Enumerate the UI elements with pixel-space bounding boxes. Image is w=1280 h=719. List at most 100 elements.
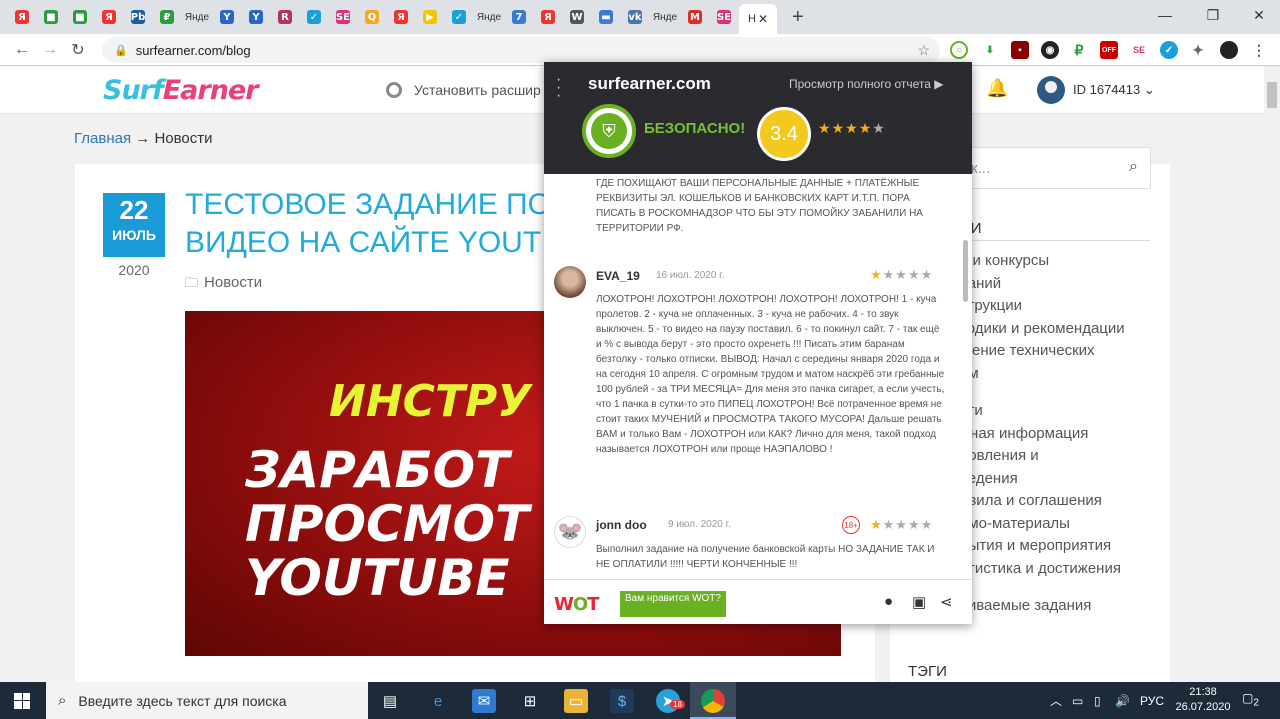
browser-tab[interactable]: ✓ bbox=[445, 4, 473, 30]
browser-tab[interactable]: Я bbox=[387, 4, 415, 30]
browser-tab[interactable]: ▶ bbox=[416, 4, 444, 30]
browser-tab[interactable]: ▬ bbox=[592, 4, 620, 30]
off-extension-icon[interactable]: OFF bbox=[1100, 41, 1118, 59]
browser-tab[interactable]: Y bbox=[213, 4, 241, 30]
se-extension-icon[interactable]: SE bbox=[1130, 41, 1148, 59]
browser-tab[interactable]: Y bbox=[242, 4, 270, 30]
user-id-menu[interactable]: ID 1674413 ⌄ bbox=[1073, 82, 1155, 98]
browser-tab[interactable]: W bbox=[563, 4, 591, 30]
disc-extension-icon[interactable]: ◉ bbox=[1041, 41, 1059, 59]
install-extension-link[interactable]: Установить расшир bbox=[386, 82, 541, 98]
post-category-link[interactable]: 🗀 Новости bbox=[185, 274, 262, 296]
language-indicator[interactable]: РУС bbox=[1140, 682, 1164, 719]
page-scrollbar[interactable] bbox=[1264, 66, 1280, 682]
browser-tab[interactable]: vk bbox=[621, 4, 649, 30]
wot-logo-o: O bbox=[572, 594, 588, 615]
sidebar-category-link[interactable]: шение технических bbox=[960, 342, 1095, 359]
browser-tab[interactable]: Pb bbox=[124, 4, 152, 30]
browser-tab[interactable]: M bbox=[681, 4, 709, 30]
mail-icon[interactable]: ✉ bbox=[472, 689, 496, 713]
download-extension-icon[interactable]: ⬇ bbox=[981, 41, 999, 59]
minimize-button[interactable]: — bbox=[1142, 0, 1188, 30]
check-extension-icon[interactable]: ✓ bbox=[1160, 41, 1178, 59]
browser-tab[interactable]: SE bbox=[329, 4, 357, 30]
record-extension-icon[interactable]: ▪ bbox=[1011, 41, 1029, 59]
browser-tab[interactable]: Янде bbox=[474, 4, 504, 30]
menu-dots-icon[interactable]: ⋮ bbox=[1250, 41, 1268, 59]
edge-icon[interactable]: e bbox=[426, 689, 450, 713]
browser-tab[interactable]: R bbox=[271, 4, 299, 30]
wot-logo[interactable]: WOT bbox=[554, 594, 599, 615]
start-button[interactable] bbox=[0, 682, 44, 719]
ruble-extension-icon[interactable]: ₽ bbox=[1070, 41, 1088, 59]
battery-icon[interactable]: ▯ bbox=[1094, 682, 1101, 719]
notification-bell-icon[interactable]: 🔔 bbox=[986, 78, 1008, 99]
volume-icon[interactable]: 🔊 bbox=[1115, 682, 1130, 719]
sidebar-category-link[interactable]: бытия и мероприятия bbox=[960, 537, 1111, 554]
browser-tab[interactable]: 7 bbox=[505, 4, 533, 30]
reload-icon[interactable]: ↻ bbox=[64, 40, 92, 60]
more-options-icon[interactable]: · · · bbox=[556, 72, 561, 104]
like-wot-button[interactable]: Вам нравится WOT? bbox=[620, 591, 726, 617]
notification-center-icon[interactable]: ▢2 bbox=[1242, 691, 1259, 708]
lock-icon[interactable]: 🔒 bbox=[114, 44, 128, 57]
browser-tab[interactable]: ■ bbox=[66, 4, 94, 30]
tray-overflow-icon[interactable]: ︿ bbox=[1050, 682, 1062, 719]
browser-tab[interactable]: Янде bbox=[182, 4, 212, 30]
page-scrollbar-thumb[interactable] bbox=[1267, 82, 1277, 108]
post-title[interactable]: ТЕСТОВОЕ ЗАДАНИЕ ПО ВИДЕО НА САЙТЕ YOUT bbox=[185, 186, 565, 262]
back-icon[interactable]: ← bbox=[8, 41, 36, 59]
clock[interactable]: 21:38 26.07.2020 bbox=[1170, 685, 1236, 715]
sidebar-category-link[interactable]: атистика и достижения bbox=[960, 560, 1121, 577]
wot-extension-icon[interactable]: ○ bbox=[950, 41, 968, 59]
apple-icon[interactable]: ● bbox=[884, 593, 893, 610]
reviewer-name[interactable]: EVA_19 bbox=[596, 269, 640, 283]
store-icon[interactable]: ⊞ bbox=[518, 689, 542, 713]
share-icon[interactable]: ⋖ bbox=[940, 593, 953, 611]
close-window-button[interactable]: ✕ bbox=[1236, 0, 1280, 30]
reviewer-avatar: 🐭 bbox=[554, 516, 586, 548]
address-bar[interactable]: 🔒 surfearner.com/blog ☆ bbox=[102, 37, 940, 63]
browser-tab[interactable]: SE bbox=[710, 4, 738, 30]
browser-tab[interactable]: ✓ bbox=[300, 4, 328, 30]
browser-tab[interactable]: ■ bbox=[37, 4, 65, 30]
wot-header: · · · surfearner.com Просмотр полного отче… bbox=[544, 62, 972, 174]
browser-tab[interactable]: Q bbox=[358, 4, 386, 30]
profile-avatar-icon[interactable] bbox=[1220, 41, 1238, 59]
browser-tab[interactable]: ₽ bbox=[153, 4, 181, 30]
sidebar-category-link[interactable]: чиваемые задания bbox=[960, 597, 1091, 614]
task-view-icon[interactable]: ▤ bbox=[378, 689, 402, 713]
bookmark-star-icon[interactable]: ☆ bbox=[917, 42, 930, 59]
user-avatar[interactable] bbox=[1037, 76, 1065, 104]
browser-tab[interactable]: Я bbox=[534, 4, 562, 30]
sidebar-category-link[interactable]: тодики и рекомендации bbox=[960, 320, 1125, 337]
network-icon[interactable]: ▭ bbox=[1072, 682, 1083, 719]
close-tab-icon[interactable]: ✕ bbox=[758, 12, 768, 26]
reviews-scrollbar[interactable] bbox=[963, 240, 968, 302]
taskbar-search-input[interactable]: ⌕ Введите здесь текст для поиска bbox=[46, 682, 368, 719]
dollar-app-icon[interactable]: $ bbox=[610, 689, 634, 713]
sidebar-category-link[interactable]: жная информация bbox=[960, 425, 1088, 442]
sidebar-category-link[interactable]: авила и соглашения bbox=[960, 492, 1102, 509]
post-date-badge: 22 ИЮЛЬ bbox=[103, 193, 165, 257]
browser-tab[interactable]: Янде bbox=[650, 4, 680, 30]
sidebar-category-link[interactable]: и и конкурсы bbox=[960, 252, 1049, 269]
explorer-icon[interactable]: ▭ bbox=[564, 689, 588, 713]
new-tab-button[interactable]: + bbox=[792, 6, 804, 29]
search-icon[interactable]: ⌕ bbox=[1129, 158, 1138, 176]
logo-text-surf: Surf bbox=[103, 75, 164, 106]
reviewer-name[interactable]: jonn doo bbox=[596, 518, 647, 532]
sidebar-category-link[interactable]: омо-материалы bbox=[960, 515, 1070, 532]
surfearner-logo[interactable]: SurfEarner bbox=[103, 75, 259, 106]
breadcrumb-home-link[interactable]: Главная bbox=[74, 130, 131, 147]
sidebar-search-input[interactable]: к... ⌕ bbox=[950, 147, 1151, 189]
reviews-list[interactable]: ГДЕ ПОХИЩАЮТ ВАШИ ПЕРСОНАЛЬНЫЕ ДАННЫЕ + … bbox=[544, 174, 972, 579]
maximize-button[interactable]: ❐ bbox=[1190, 0, 1236, 30]
active-browser-tab[interactable]: Н ✕ bbox=[739, 4, 777, 34]
puzzle-extensions-icon[interactable]: ✦ bbox=[1189, 41, 1207, 59]
full-report-link[interactable]: Просмотр полного отчета ▶ bbox=[789, 77, 944, 91]
android-icon[interactable]: ▣ bbox=[912, 593, 926, 611]
browser-tab[interactable]: Я bbox=[95, 4, 123, 30]
browser-tab[interactable]: Я bbox=[8, 4, 36, 30]
forward-icon[interactable]: → bbox=[36, 41, 64, 59]
